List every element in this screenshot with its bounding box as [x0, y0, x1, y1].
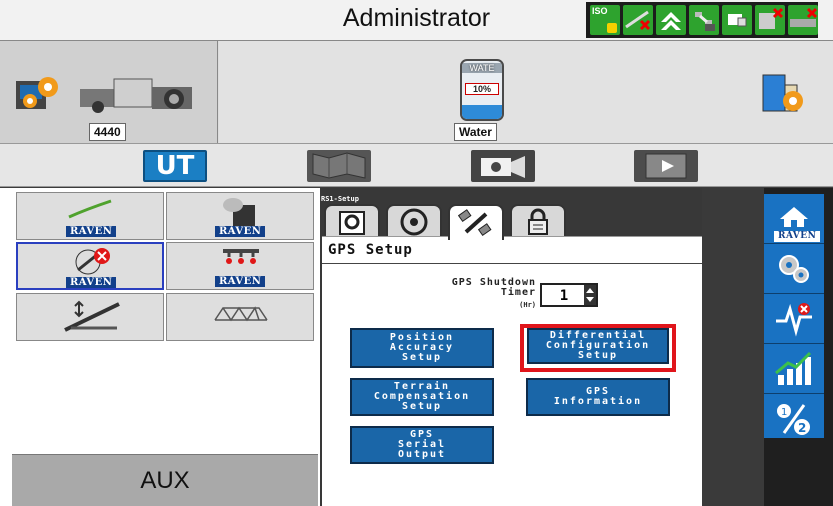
satellite-status-icon[interactable] — [689, 5, 719, 35]
gps-shutdown-timer-input[interactable]: 1 — [540, 283, 598, 307]
unit-label: (Hr) — [519, 301, 536, 309]
gps-shutdown-timer-label: GPS Shutdown Timer — [451, 277, 536, 298]
gps-information-button[interactable]: GPS Information — [526, 378, 670, 416]
raven-logo: RAVEN — [774, 231, 821, 242]
display-icon[interactable] — [722, 5, 752, 35]
heading-divider — [322, 263, 702, 264]
timer-spinner[interactable] — [584, 285, 596, 305]
grid-cell-raven-module[interactable]: RAVEN — [166, 192, 314, 240]
settings-gears-icon[interactable] — [764, 244, 824, 294]
right-sidebar: RAVEN 12 — [702, 188, 833, 506]
home-icon[interactable]: RAVEN — [764, 194, 824, 244]
grid-cell-nozzles[interactable]: RAVEN — [166, 242, 314, 290]
svg-text:1: 1 — [781, 407, 787, 418]
product-panel: WATE 10% Water — [219, 41, 833, 144]
calculator-error-icon[interactable] — [755, 5, 785, 35]
tractor-number-label: 4440 — [89, 123, 126, 141]
screen-id-label: RS1-Setup — [321, 195, 359, 203]
toggle-1-2-icon[interactable]: 12 — [764, 394, 824, 444]
svg-text:2: 2 — [798, 421, 806, 435]
terrain-compensation-setup-button[interactable]: Terrain Compensation Setup — [350, 378, 494, 416]
tank-fill — [462, 105, 502, 119]
tractor-icon — [80, 75, 200, 115]
position-accuracy-setup-button[interactable]: Position Accuracy Setup — [350, 328, 494, 368]
performance-chart-icon[interactable] — [764, 344, 824, 394]
tank-percent: 10% — [465, 83, 499, 95]
gps-setup-content: GPS Setup GPS Shutdown Timer (Hr) 1 Posi… — [322, 236, 702, 506]
implement-summary: 4440 WATE 10% Water — [0, 40, 833, 144]
screen-tab-strip: UT — [0, 143, 833, 187]
status-icon-bar: ISO — [586, 2, 818, 38]
diagnostics-icon[interactable] — [764, 294, 824, 344]
iso-label: ISO — [592, 6, 608, 16]
aux-button[interactable]: AUX — [12, 454, 318, 506]
tab-universal-terminal[interactable]: UT — [143, 150, 207, 182]
raven-logo: RAVEN — [66, 226, 117, 237]
tractor-panel: 4440 — [0, 41, 218, 144]
boom-up-icon[interactable] — [656, 5, 686, 35]
page-heading: GPS Setup — [328, 242, 413, 258]
tank-gauge[interactable]: WATE 10% — [460, 59, 504, 121]
product-settings-icon[interactable] — [759, 71, 807, 117]
tab-video[interactable] — [634, 150, 698, 182]
raven-logo: RAVEN — [66, 277, 117, 288]
sidebar-icon-column: RAVEN 12 — [764, 194, 824, 438]
tank-name: WATE — [462, 63, 502, 73]
grid-cell-boom-height[interactable] — [16, 293, 164, 341]
machine-settings-icon[interactable] — [14, 73, 62, 113]
differential-configuration-setup-button[interactable]: Differential Configuration Setup — [527, 328, 669, 364]
tab-lock[interactable] — [510, 204, 566, 238]
raven-logo: RAVEN — [215, 226, 266, 237]
timer-value: 1 — [559, 288, 569, 304]
highlight-box: Differential Configuration Setup — [520, 324, 676, 372]
raven-logo: RAVEN — [215, 276, 266, 287]
tab-gps-satellite[interactable] — [448, 204, 504, 240]
gps-serial-output-button[interactable]: GPS Serial Output — [350, 426, 494, 464]
grid-cell-gps-setup[interactable]: RAVEN — [16, 242, 164, 290]
tab-settings[interactable] — [324, 204, 380, 238]
implement-grid: RAVEN RAVEN RAVEN RAVEN AUX — [0, 188, 320, 506]
gps-error-icon[interactable] — [623, 5, 653, 35]
gps-setup-panel: RS1-Setup GPS Setup GPS Shutdown Timer (… — [320, 188, 702, 506]
grid-cell-boom-frame[interactable] — [166, 293, 314, 341]
title-bar: Administrator ISO — [0, 0, 833, 40]
tank-label: Water — [454, 123, 497, 141]
iso-status-icon[interactable]: ISO — [590, 5, 620, 35]
tab-camera[interactable] — [471, 150, 535, 182]
tab-steering-wheel[interactable] — [386, 204, 442, 238]
implement-error-icon[interactable] — [788, 5, 818, 35]
grid-cell-raven-boom[interactable]: RAVEN — [16, 192, 164, 240]
tab-map[interactable] — [307, 150, 371, 182]
